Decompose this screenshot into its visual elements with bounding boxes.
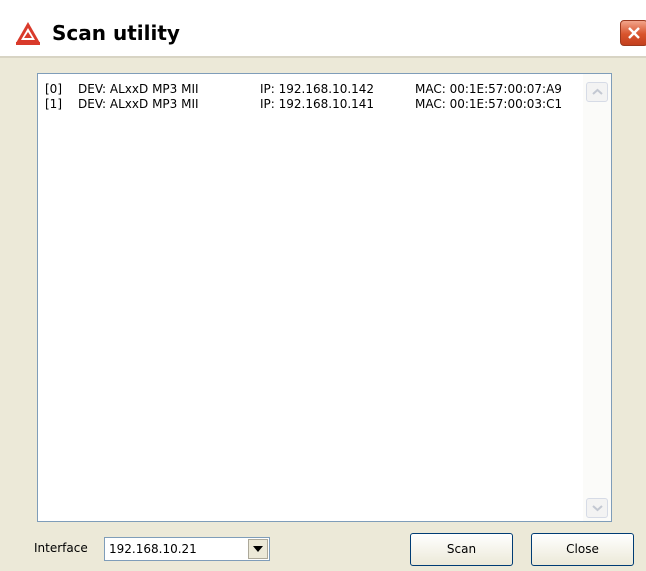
dialog-body: [0] DEV: ALxxD MP3 MII IP: 192.168.10.14… (0, 58, 646, 571)
chevron-up-icon (592, 88, 603, 95)
device-ip: IP: 192.168.10.142 (260, 82, 375, 96)
device-mac: MAC: 00:1E:57:00:07:A9 (415, 82, 562, 96)
scroll-down-button[interactable] (586, 498, 608, 518)
app-logo-icon (15, 21, 41, 45)
vertical-scrollbar[interactable] (583, 74, 611, 521)
window-title: Scan utility (52, 21, 180, 45)
device-list: [0] DEV: ALxxD MP3 MII IP: 192.168.10.14… (38, 82, 583, 112)
device-index: [0] (45, 82, 62, 96)
close-icon (628, 27, 640, 39)
chevron-down-icon (592, 505, 603, 512)
title-bar: Scan utility (0, 0, 646, 58)
list-item[interactable]: [1] DEV: ALxxD MP3 MII IP: 192.168.10.14… (38, 97, 583, 112)
interface-select-value: 192.168.10.21 (109, 542, 197, 556)
interface-select[interactable]: 192.168.10.21 (104, 537, 270, 561)
dropdown-arrow-icon (253, 546, 263, 552)
device-name: DEV: ALxxD MP3 MII (78, 82, 199, 96)
device-mac: MAC: 00:1E:57:00:03:C1 (415, 97, 563, 111)
scan-utility-window: Scan utility [0] DEV: ALxxD MP3 MII IP: … (0, 0, 646, 571)
window-close-button[interactable] (620, 20, 646, 46)
interface-dropdown-button[interactable] (248, 539, 268, 559)
device-name: DEV: ALxxD MP3 MII (78, 97, 199, 111)
device-index: [1] (45, 97, 62, 111)
close-button[interactable]: Close (531, 533, 634, 566)
scroll-up-button[interactable] (586, 82, 608, 102)
device-listbox[interactable]: [0] DEV: ALxxD MP3 MII IP: 192.168.10.14… (37, 73, 612, 522)
list-item[interactable]: [0] DEV: ALxxD MP3 MII IP: 192.168.10.14… (38, 82, 583, 97)
interface-label: Interface (34, 541, 88, 555)
device-ip: IP: 192.168.10.141 (260, 97, 375, 111)
scan-button[interactable]: Scan (410, 533, 513, 566)
